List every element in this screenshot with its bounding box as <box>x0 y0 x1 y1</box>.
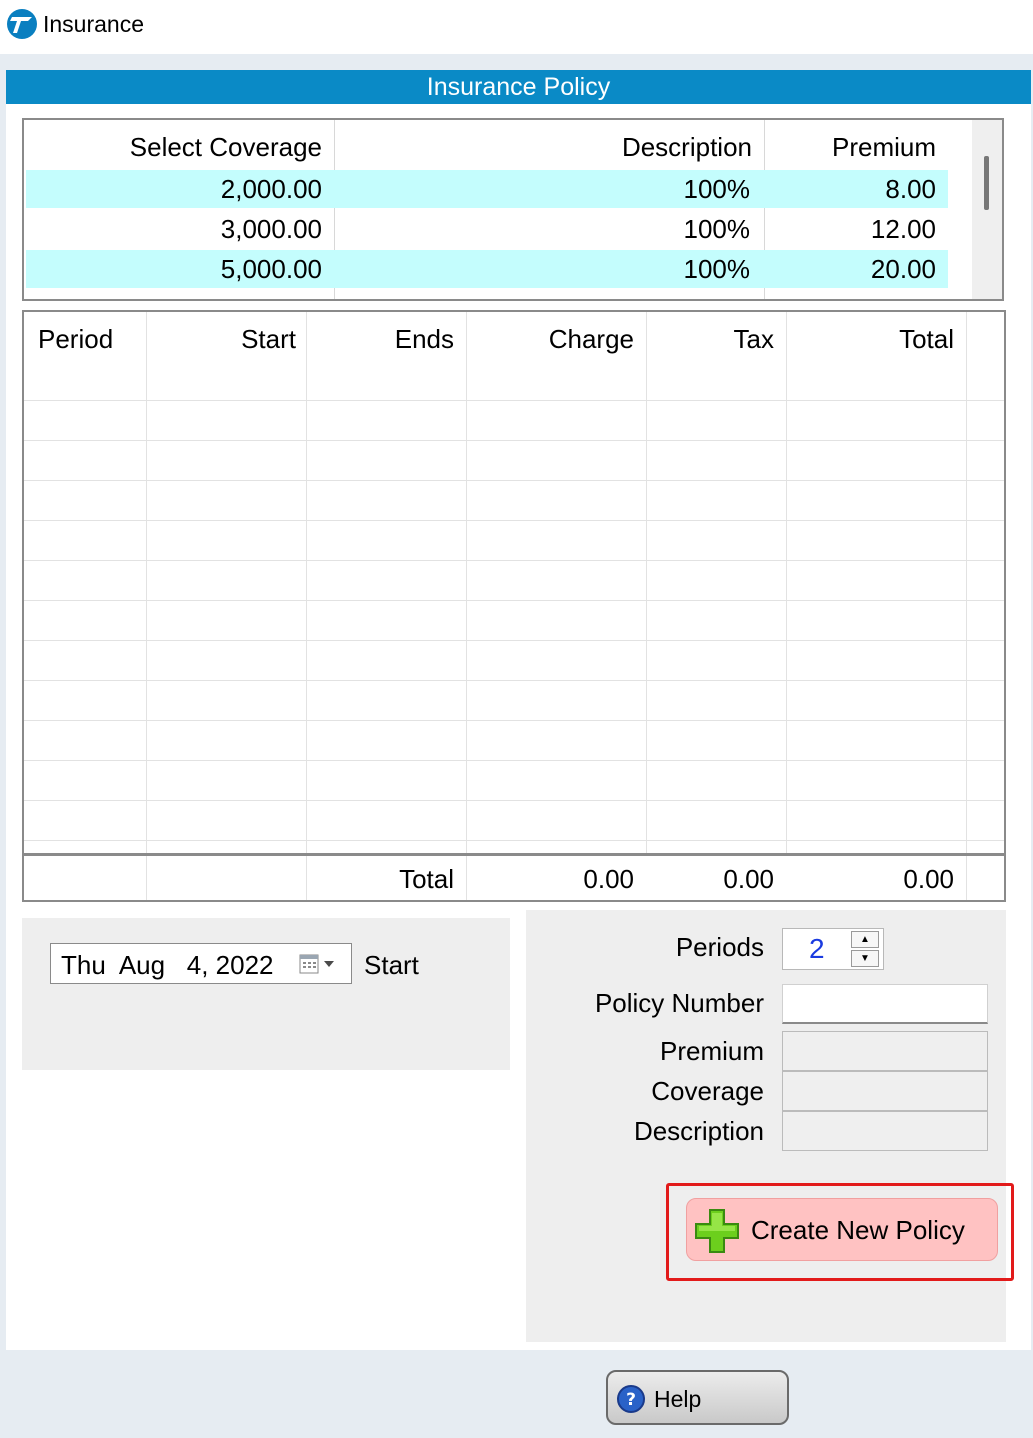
description-field <box>782 1111 988 1151</box>
column-header-select-coverage[interactable]: Select Coverage <box>24 132 322 163</box>
column-header-premium[interactable]: Premium <box>764 132 936 163</box>
total-total: 0.00 <box>903 864 954 894</box>
plus-icon <box>695 1209 739 1253</box>
policy-number-label: Policy Number <box>594 988 764 1018</box>
periods-stepper[interactable]: 2 ▲ ▼ <box>782 928 884 970</box>
row-divider <box>24 440 1004 441</box>
cell-premium: 12.00 <box>870 214 936 244</box>
column-header-total[interactable]: Total <box>786 324 954 355</box>
column-header-description[interactable]: Description <box>334 132 752 163</box>
totals-separator <box>24 853 1004 856</box>
help-icon: ? <box>617 1385 645 1413</box>
row-divider <box>24 400 1004 401</box>
premium-label: Premium <box>659 1036 764 1066</box>
row-divider <box>24 680 1004 681</box>
svg-text:?: ? <box>626 1390 636 1410</box>
cell-description: 100% <box>683 214 751 244</box>
row-divider <box>24 760 1004 761</box>
window-title: Insurance <box>43 11 145 37</box>
page-title: Insurance Policy <box>6 70 1031 104</box>
cell-coverage: 2,000.00 <box>220 174 322 204</box>
vertical-scrollbar[interactable] <box>972 120 1002 299</box>
total-charge: 0.00 <box>583 864 634 894</box>
cell-premium: 8.00 <box>885 174 936 204</box>
coverage-field <box>782 1071 988 1111</box>
row-divider <box>24 840 1004 841</box>
periods-label: Periods <box>675 932 764 962</box>
row-divider <box>24 560 1004 561</box>
decrement-button[interactable]: ▼ <box>851 950 879 967</box>
help-button[interactable]: ? Help <box>606 1370 789 1425</box>
app-logo-icon <box>7 9 37 39</box>
column-header-charge[interactable]: Charge <box>466 324 634 355</box>
cell-coverage: 5,000.00 <box>220 254 322 284</box>
description-label: Description <box>633 1116 764 1146</box>
policy-number-field[interactable] <box>782 984 988 1024</box>
table-row[interactable]: 3,000.00 100% 12.00 <box>26 210 948 248</box>
coverage-label: Coverage <box>651 1076 764 1106</box>
totals-label: Total <box>399 864 454 894</box>
increment-button[interactable]: ▲ <box>851 931 879 948</box>
calendar-dropdown-icon[interactable] <box>299 953 341 975</box>
create-new-policy-button[interactable]: Create New Policy <box>686 1198 998 1261</box>
cell-description: 100% <box>683 254 751 284</box>
row-divider <box>24 600 1004 601</box>
premium-field <box>782 1031 988 1071</box>
table-row[interactable]: 2,000.00 100% 8.00 <box>26 170 948 208</box>
period-table[interactable]: Period Start Ends Charge Tax Total Total… <box>22 310 1006 902</box>
help-label: Help <box>654 1386 702 1412</box>
start-date-panel: Thu Aug 4, 2022 Start <box>22 918 510 1070</box>
row-divider <box>24 520 1004 521</box>
start-date-value: Thu Aug 4, 2022 <box>61 950 274 980</box>
title-bar: Insurance <box>0 0 1033 54</box>
periods-value[interactable]: 2 <box>809 933 825 965</box>
scrollbar-thumb[interactable] <box>984 156 989 210</box>
create-new-policy-label: Create New Policy <box>751 1215 965 1245</box>
column-header-start[interactable]: Start <box>146 324 296 355</box>
row-divider <box>24 640 1004 641</box>
row-divider <box>24 480 1004 481</box>
coverage-table-header: Select Coverage Description Premium <box>24 120 950 170</box>
column-divider <box>646 312 647 853</box>
start-date-picker[interactable]: Thu Aug 4, 2022 <box>50 943 352 984</box>
coverage-table[interactable]: Select Coverage Description Premium 2,00… <box>22 118 1004 301</box>
start-label: Start <box>364 950 419 980</box>
column-header-period[interactable]: Period <box>38 324 113 355</box>
row-divider <box>24 800 1004 801</box>
cell-description: 100% <box>683 174 751 204</box>
column-header-tax[interactable]: Tax <box>646 324 774 355</box>
column-divider <box>786 312 787 853</box>
row-divider <box>24 720 1004 721</box>
cell-premium: 20.00 <box>870 254 936 284</box>
cell-coverage: 3,000.00 <box>220 214 322 244</box>
table-row[interactable]: 5,000.00 100% 20.00 <box>26 250 948 288</box>
total-tax: 0.00 <box>723 864 774 894</box>
column-header-ends[interactable]: Ends <box>306 324 454 355</box>
